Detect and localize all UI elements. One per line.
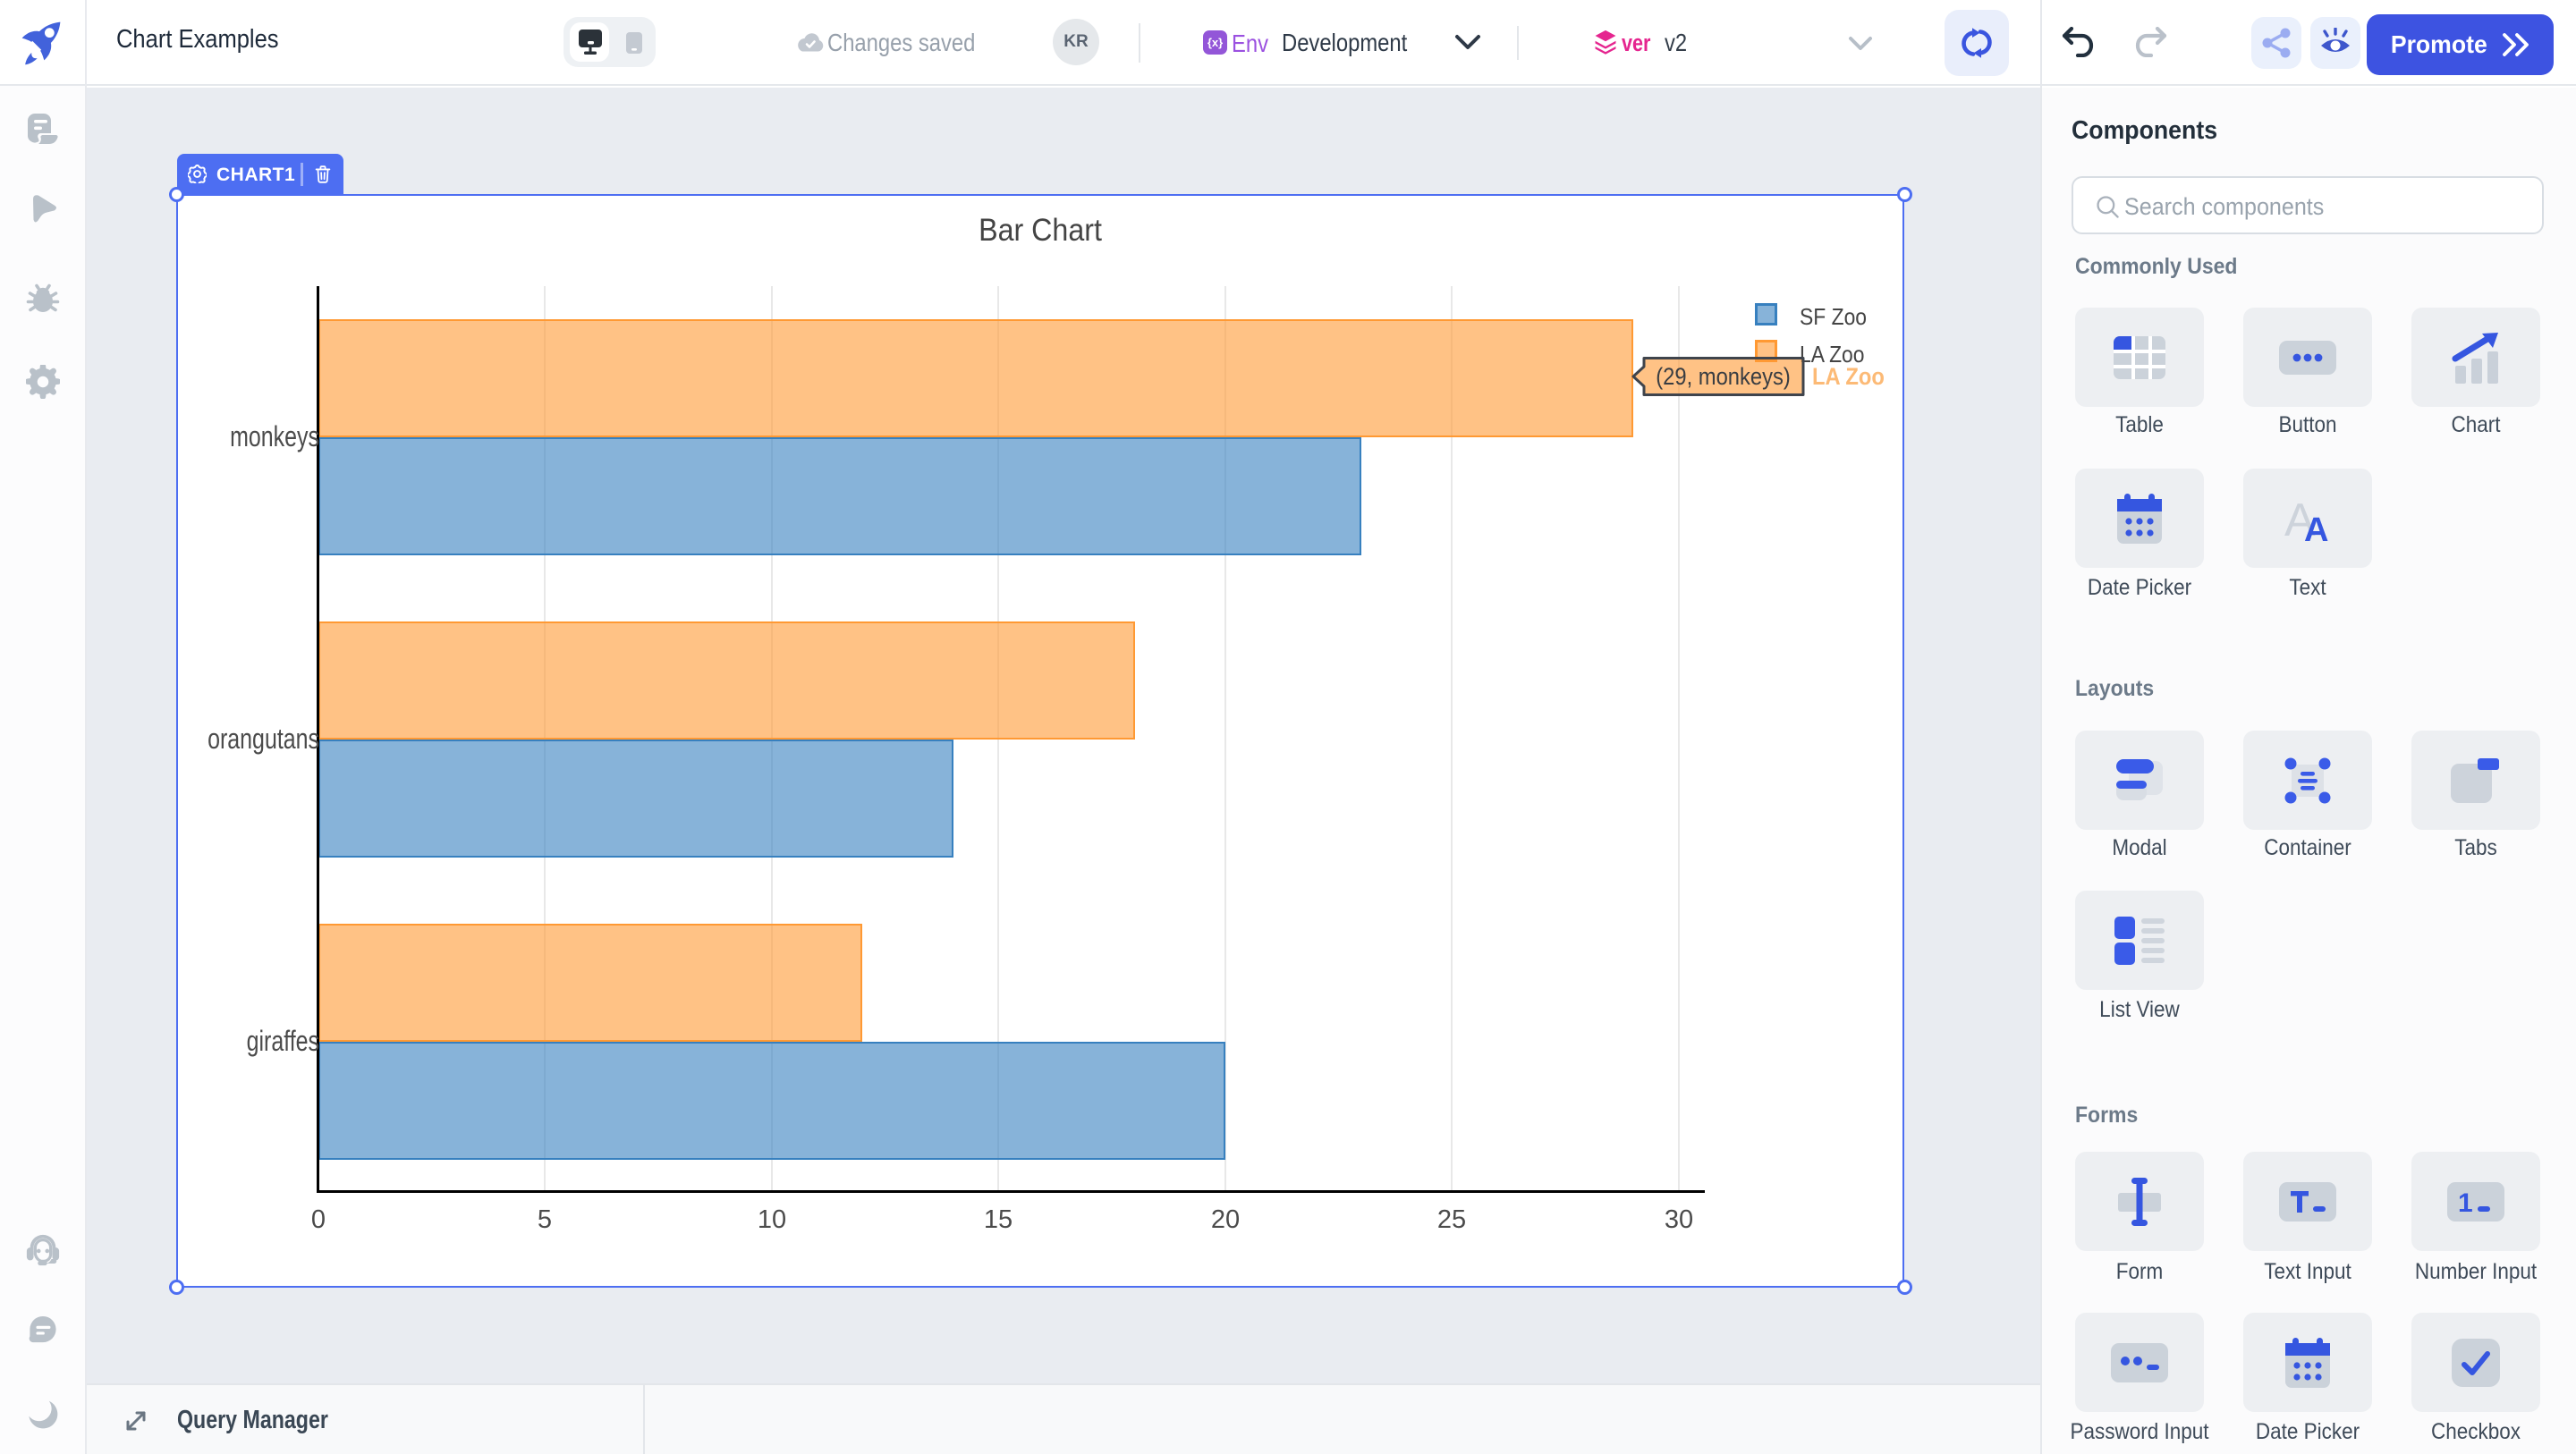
svg-text:A: A — [2304, 511, 2328, 543]
svg-text:1: 1 — [2458, 1188, 2473, 1218]
